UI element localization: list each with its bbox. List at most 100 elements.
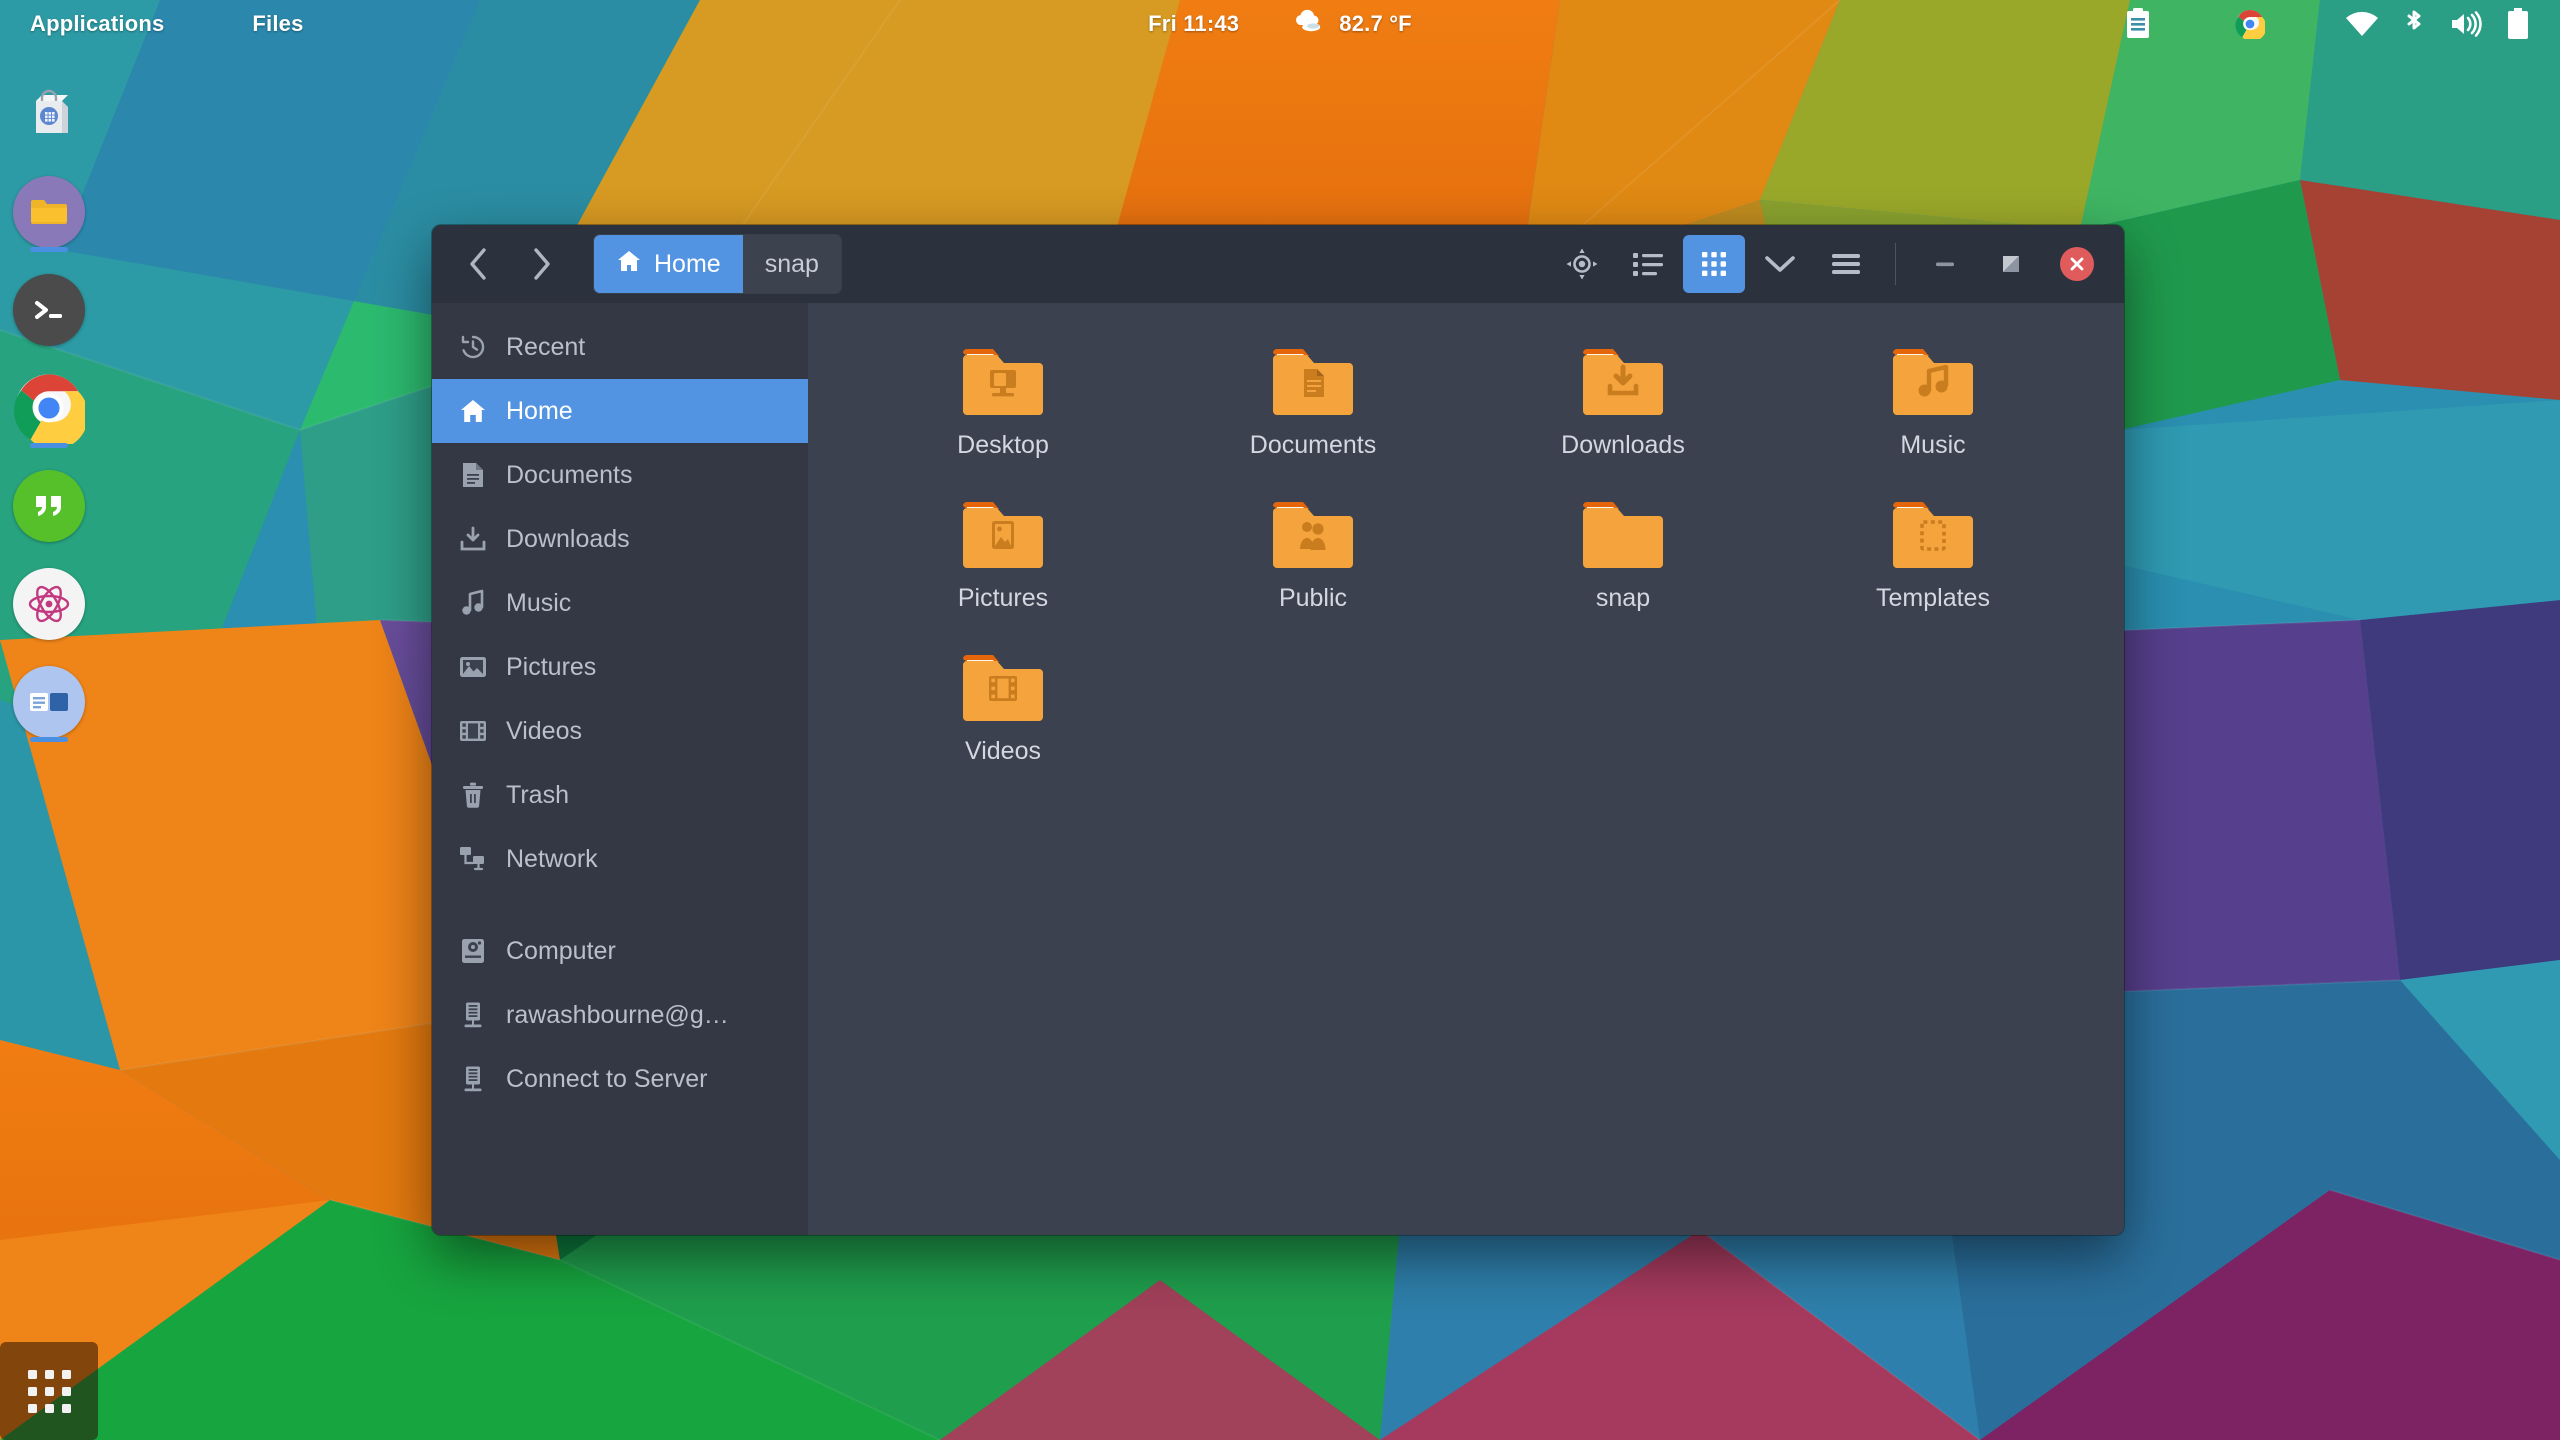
applications-menu-label: Applications [30, 10, 165, 36]
back-button[interactable] [448, 235, 510, 293]
file-item-label: Documents [1249, 431, 1377, 459]
sidebar-item-network[interactable]: Network [432, 827, 808, 891]
window-body: Recent Home Documents Downloads Music Pi… [432, 303, 2124, 1235]
applications-menu[interactable]: Applications [14, 0, 180, 47]
system-tray [2112, 0, 2544, 47]
file-item-snap[interactable]: snap [1468, 490, 1778, 619]
app-dock [0, 47, 98, 1440]
home-icon [616, 249, 642, 280]
dock-item-chrome[interactable] [0, 359, 98, 457]
file-item-label: Music [1900, 431, 1966, 459]
file-item-pictures[interactable]: Pictures [848, 490, 1158, 619]
volume-icon[interactable] [2440, 0, 2492, 47]
folder-desktop-icon [963, 349, 1043, 415]
location-icon[interactable] [1551, 235, 1613, 293]
trash-icon [458, 780, 488, 810]
clipboard-icon[interactable] [2112, 0, 2164, 47]
dock-item-hangouts[interactable] [0, 457, 98, 555]
clock[interactable]: Fri 11:43 [1148, 11, 1239, 37]
file-item-label: Downloads [1561, 431, 1685, 459]
minimize-button[interactable] [1914, 235, 1976, 293]
show-applications-button[interactable] [0, 1342, 98, 1440]
icon-grid: Desktop Documents Downloads Music Pictur… [848, 337, 2084, 772]
file-item-label: Templates [1876, 584, 1990, 612]
breadcrumb: Home snap [594, 235, 841, 293]
sidebar-item-pictures[interactable]: Pictures [432, 635, 808, 699]
temperature-label: 82.7 °F [1339, 10, 1412, 36]
desktop: Applications Files Fri 11:43 82.7 °F Hom… [0, 0, 2560, 1440]
dock-running-indicator [30, 247, 68, 252]
download-icon [458, 524, 488, 554]
weather-indicator[interactable]: 82.7 °F [1291, 9, 1412, 39]
app-grid-icon [27, 1369, 71, 1413]
folder-public-icon [1273, 502, 1353, 568]
file-item-public[interactable]: Public [1158, 490, 1468, 619]
file-item-videos[interactable]: Videos [848, 643, 1158, 772]
close-circle [2060, 247, 2094, 281]
chevron-down-icon[interactable] [1749, 235, 1811, 293]
file-item-downloads[interactable]: Downloads [1468, 337, 1778, 466]
dock-running-indicator [30, 443, 68, 448]
toolbar-separator [1895, 243, 1896, 285]
folder-pictures-icon [963, 502, 1043, 568]
file-list-area[interactable]: Desktop Documents Downloads Music Pictur… [808, 303, 2124, 1235]
hamburger-menu-icon[interactable] [1815, 235, 1877, 293]
sidebar-item-music[interactable]: Music [432, 571, 808, 635]
bluetooth-icon[interactable] [2388, 0, 2440, 47]
dock-item-slides[interactable] [0, 653, 98, 751]
file-item-desktop[interactable]: Desktop [848, 337, 1158, 466]
sidebar-item-recent[interactable]: Recent [432, 315, 808, 379]
dock-item-terminal[interactable] [0, 261, 98, 359]
film-icon [458, 716, 488, 746]
folder-music-icon [1893, 349, 1973, 415]
folder-downloads-icon [1583, 349, 1663, 415]
sidebar-item-computer[interactable]: Computer [432, 919, 808, 983]
chrome-icon[interactable] [2224, 0, 2276, 47]
cloud-icon [1291, 9, 1325, 39]
battery-icon[interactable] [2492, 0, 2544, 47]
document-icon [458, 460, 488, 490]
file-item-label: Pictures [957, 584, 1049, 612]
maximize-button[interactable] [1980, 235, 2042, 293]
music-note-icon [458, 588, 488, 618]
sidebar-item-videos[interactable]: Videos [432, 699, 808, 763]
home-icon [458, 396, 488, 426]
files-app-menu[interactable]: Files [236, 0, 319, 47]
network-icon [458, 844, 488, 874]
wifi-icon[interactable] [2336, 0, 2388, 47]
list-view-icon[interactable] [1617, 235, 1679, 293]
server-icon [458, 1000, 488, 1030]
picture-icon [458, 652, 488, 682]
forward-button[interactable] [510, 235, 572, 293]
sidebar-item-downloads[interactable]: Downloads [432, 507, 808, 571]
sidebar-item-home[interactable]: Home [432, 379, 808, 443]
close-button[interactable] [2046, 235, 2108, 293]
file-item-label: Videos [965, 737, 1041, 765]
dock-item-files[interactable] [0, 163, 98, 261]
breadcrumb-home[interactable]: Home [594, 235, 743, 293]
file-item-label: Public [1278, 584, 1348, 612]
dock-running-indicator [30, 737, 68, 742]
grid-view-icon[interactable] [1683, 235, 1745, 293]
breadcrumb-snap-label: snap [764, 249, 819, 278]
sidebar-item-label: Network [506, 844, 598, 873]
sidebar-item-documents[interactable]: Documents [432, 443, 808, 507]
folder-videos-icon [963, 655, 1043, 721]
files-app-menu-label: Files [252, 10, 304, 36]
folder-plain-icon [1583, 502, 1663, 568]
sidebar-item-connect-to-server[interactable]: Connect to Server [432, 1047, 808, 1111]
file-item-documents[interactable]: Documents [1158, 337, 1468, 466]
file-item-templates[interactable]: Templates [1778, 490, 2088, 619]
sidebar-item-trash[interactable]: Trash [432, 763, 808, 827]
server-icon [458, 1064, 488, 1094]
window-toolbar [1551, 235, 2108, 293]
sidebar-item-label: Music [506, 588, 572, 617]
sidebar-item-label: Recent [506, 332, 586, 361]
sidebar-item-server-account[interactable]: rawashbourne@g… [432, 983, 808, 1047]
recent-clock-icon [458, 332, 488, 362]
dock-item-software[interactable] [0, 65, 98, 163]
file-item-music[interactable]: Music [1778, 337, 2088, 466]
breadcrumb-snap[interactable]: snap [742, 235, 841, 293]
dock-item-atom[interactable] [0, 555, 98, 653]
sidebar-item-label: Connect to Server [506, 1064, 708, 1093]
